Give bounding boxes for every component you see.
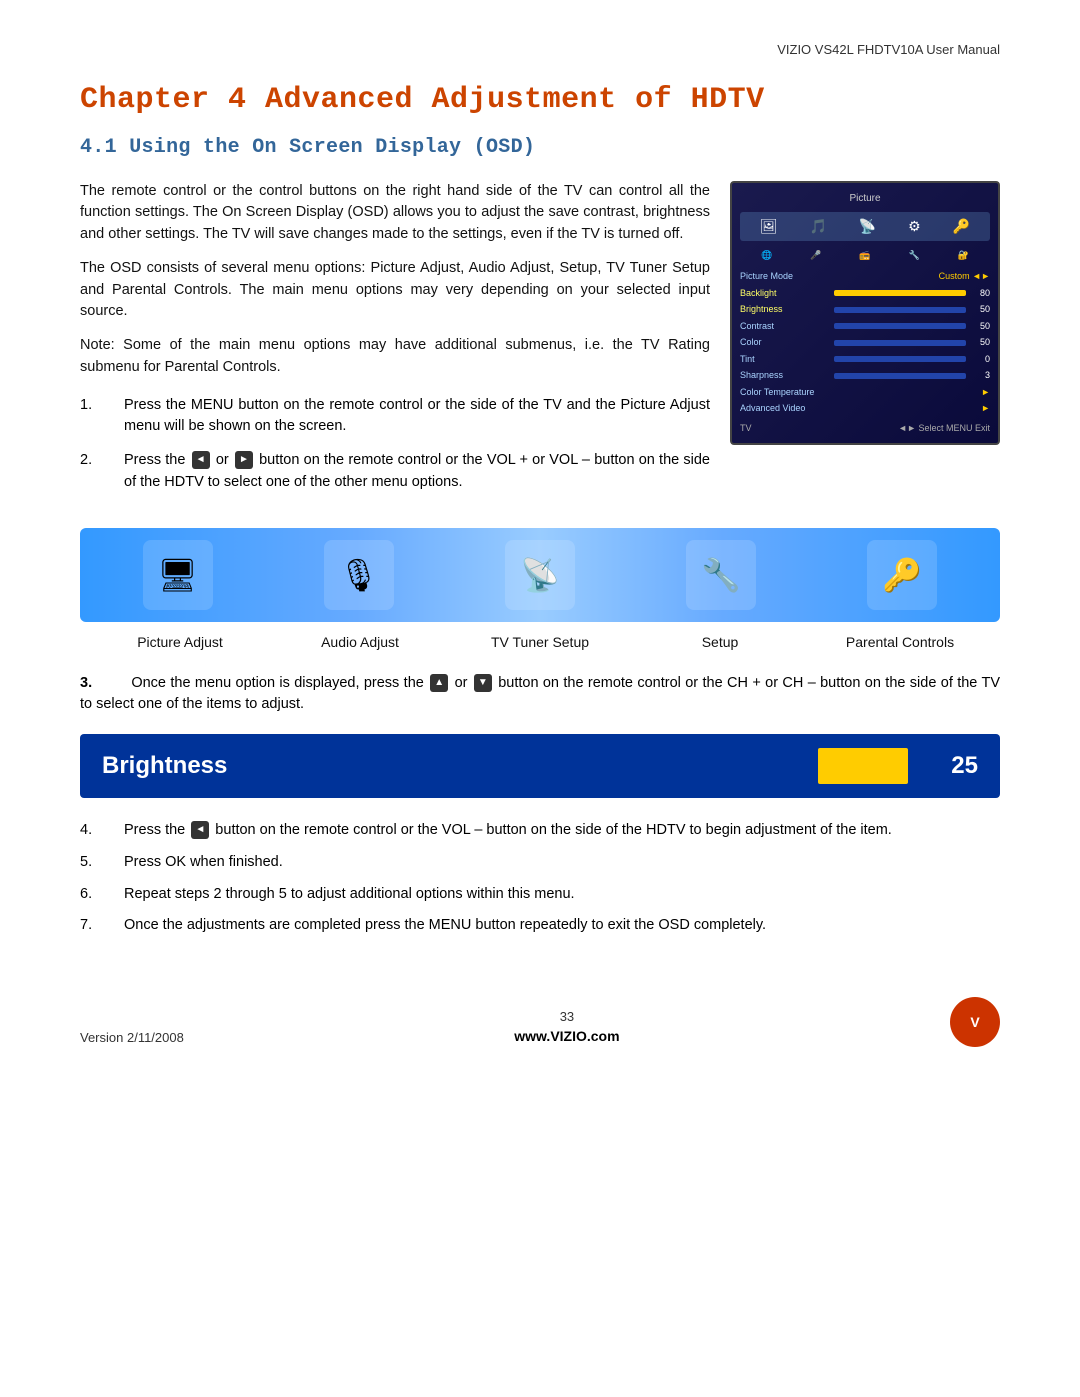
menu-label-setup: Setup [630, 632, 810, 653]
osd-icon-audio: 🎵 [810, 216, 827, 237]
footer-version: Version 2/11/2008 [80, 1028, 184, 1048]
tuner-icon: 📡 [505, 540, 575, 610]
down-button-icon: ▼ [474, 674, 492, 692]
parental-icon: 🔑 [867, 540, 937, 610]
step-4-num: 4. [80, 820, 108, 842]
osd-mode-value: Custom ◄► [939, 270, 990, 284]
step-5-num: 5. [80, 852, 108, 874]
step-1-text: Press the MENU button on the remote cont… [124, 395, 710, 439]
footer-center: 33 www.VIZIO.com [514, 1007, 619, 1048]
intro-note: Note: Some of the main menu options may … [80, 335, 710, 379]
step-5: 5. Press OK when finished. [80, 852, 1000, 874]
left-button-icon: ◄ [192, 451, 210, 469]
osd-icons-row2: 🌐 🎤 📻 🔧 🔐 [740, 247, 990, 265]
osd-icon-parental: 🔑 [953, 216, 970, 237]
step-1: 1. Press the MENU button on the remote c… [80, 395, 710, 439]
menu-banner: 🖥 🎙 📡 🔧 🔑 [80, 528, 1000, 622]
menu-icon-picture: 🖥 [143, 540, 213, 610]
up-button-icon: ▲ [430, 674, 448, 692]
menu-icon-setup: 🔧 [686, 540, 756, 610]
osd-tint-row: Tint 0 [740, 353, 990, 367]
osd-color-row: Color 50 [740, 336, 990, 350]
brightness-value: 25 [928, 748, 978, 784]
menu-label-parental: Parental Controls [810, 632, 990, 653]
step-6-num: 6. [80, 884, 108, 906]
menu-label-tuner: TV Tuner Setup [450, 632, 630, 653]
osd-advvideo-row: Advanced Video ► [740, 402, 990, 416]
footer-website: www.VIZIO.com [514, 1026, 619, 1047]
brightness-label: Brightness [102, 748, 798, 784]
section-title: 4.1 Using the On Screen Display (OSD) [80, 133, 1000, 163]
step-7-num: 7. [80, 915, 108, 937]
left-btn-icon: ◄ [191, 821, 209, 839]
step-7: 7. Once the adjustments are completed pr… [80, 915, 1000, 937]
step-3-num: 3. [80, 675, 92, 691]
page-footer: Version 2/11/2008 33 www.VIZIO.com V [80, 997, 1000, 1047]
page-header: VIZIO VS42L FHDTV10A User Manual [80, 40, 1000, 60]
step-3: 3. Once the menu option is displayed, pr… [80, 673, 1000, 717]
osd-colortemp-row: Color Temperature ► [740, 386, 990, 400]
menu-labels-row: Picture Adjust Audio Adjust TV Tuner Set… [80, 632, 1000, 653]
step-2: 2. Press the ◄ or ► button on the remote… [80, 450, 710, 494]
right-button-icon: ► [235, 451, 253, 469]
osd-contrast-row: Contrast 50 [740, 320, 990, 334]
vizio-v: V [970, 1012, 979, 1033]
manual-title: VIZIO VS42L FHDTV10A User Manual [777, 42, 1000, 57]
brightness-indicator [818, 748, 908, 784]
brightness-bar: Brightness 25 [80, 734, 1000, 798]
intro-para2: The OSD consists of several menu options… [80, 258, 710, 323]
step-1-num: 1. [80, 395, 108, 439]
footer-logo-area: V [950, 997, 1000, 1047]
vizio-logo: V [950, 997, 1000, 1047]
osd-backlight-row: Backlight 80 [740, 287, 990, 301]
step-6: 6. Repeat steps 2 through 5 to adjust ad… [80, 884, 1000, 906]
osd-footer: TV ◄► Select MENU Exit [740, 422, 990, 436]
setup-icon: 🔧 [686, 540, 756, 610]
osd-icons-row: 🖼 🎵 📡 ⚙ 🔑 [740, 212, 990, 241]
menu-icon-tuner: 📡 [505, 540, 575, 610]
chapter-title: Chapter 4 Advanced Adjustment of HDTV [80, 78, 1000, 123]
step-5-text: Press OK when finished. [124, 852, 1000, 874]
menu-icon-parental: 🔑 [867, 540, 937, 610]
osd-title: Picture [740, 191, 990, 206]
menu-icon-audio: 🎙 [324, 540, 394, 610]
osd-icon-setup: ⚙ [908, 216, 921, 237]
osd-picture-mode-row: Picture Mode Custom ◄► [740, 270, 990, 284]
intro-para1: The remote control or the control button… [80, 181, 710, 246]
osd-screenshot: Picture 🖼 🎵 📡 ⚙ 🔑 🌐 🎤 📻 🔧 🔐 Picture Mode… [730, 181, 1000, 510]
menu-label-picture: Picture Adjust [90, 632, 270, 653]
footer-page: 33 [514, 1007, 619, 1027]
audio-icon: 🎙 [324, 540, 394, 610]
step-2-text: Press the ◄ or ► button on the remote co… [124, 450, 710, 494]
osd-mode-label: Picture Mode [740, 270, 793, 284]
step-2-num: 2. [80, 450, 108, 494]
step-7-text: Once the adjustments are completed press… [124, 915, 1000, 937]
osd-sharpness-row: Sharpness 3 [740, 369, 990, 383]
step-4: 4. Press the ◄ button on the remote cont… [80, 820, 1000, 842]
osd-brightness-row: Brightness 50 [740, 303, 990, 317]
step-4-text: Press the ◄ button on the remote control… [124, 820, 1000, 842]
picture-icon: 🖥 [143, 540, 213, 610]
osd-icon-picture: 🖼 [760, 216, 778, 237]
step-6-text: Repeat steps 2 through 5 to adjust addit… [124, 884, 1000, 906]
menu-label-audio: Audio Adjust [270, 632, 450, 653]
osd-icon-tuner: 📡 [859, 216, 876, 237]
